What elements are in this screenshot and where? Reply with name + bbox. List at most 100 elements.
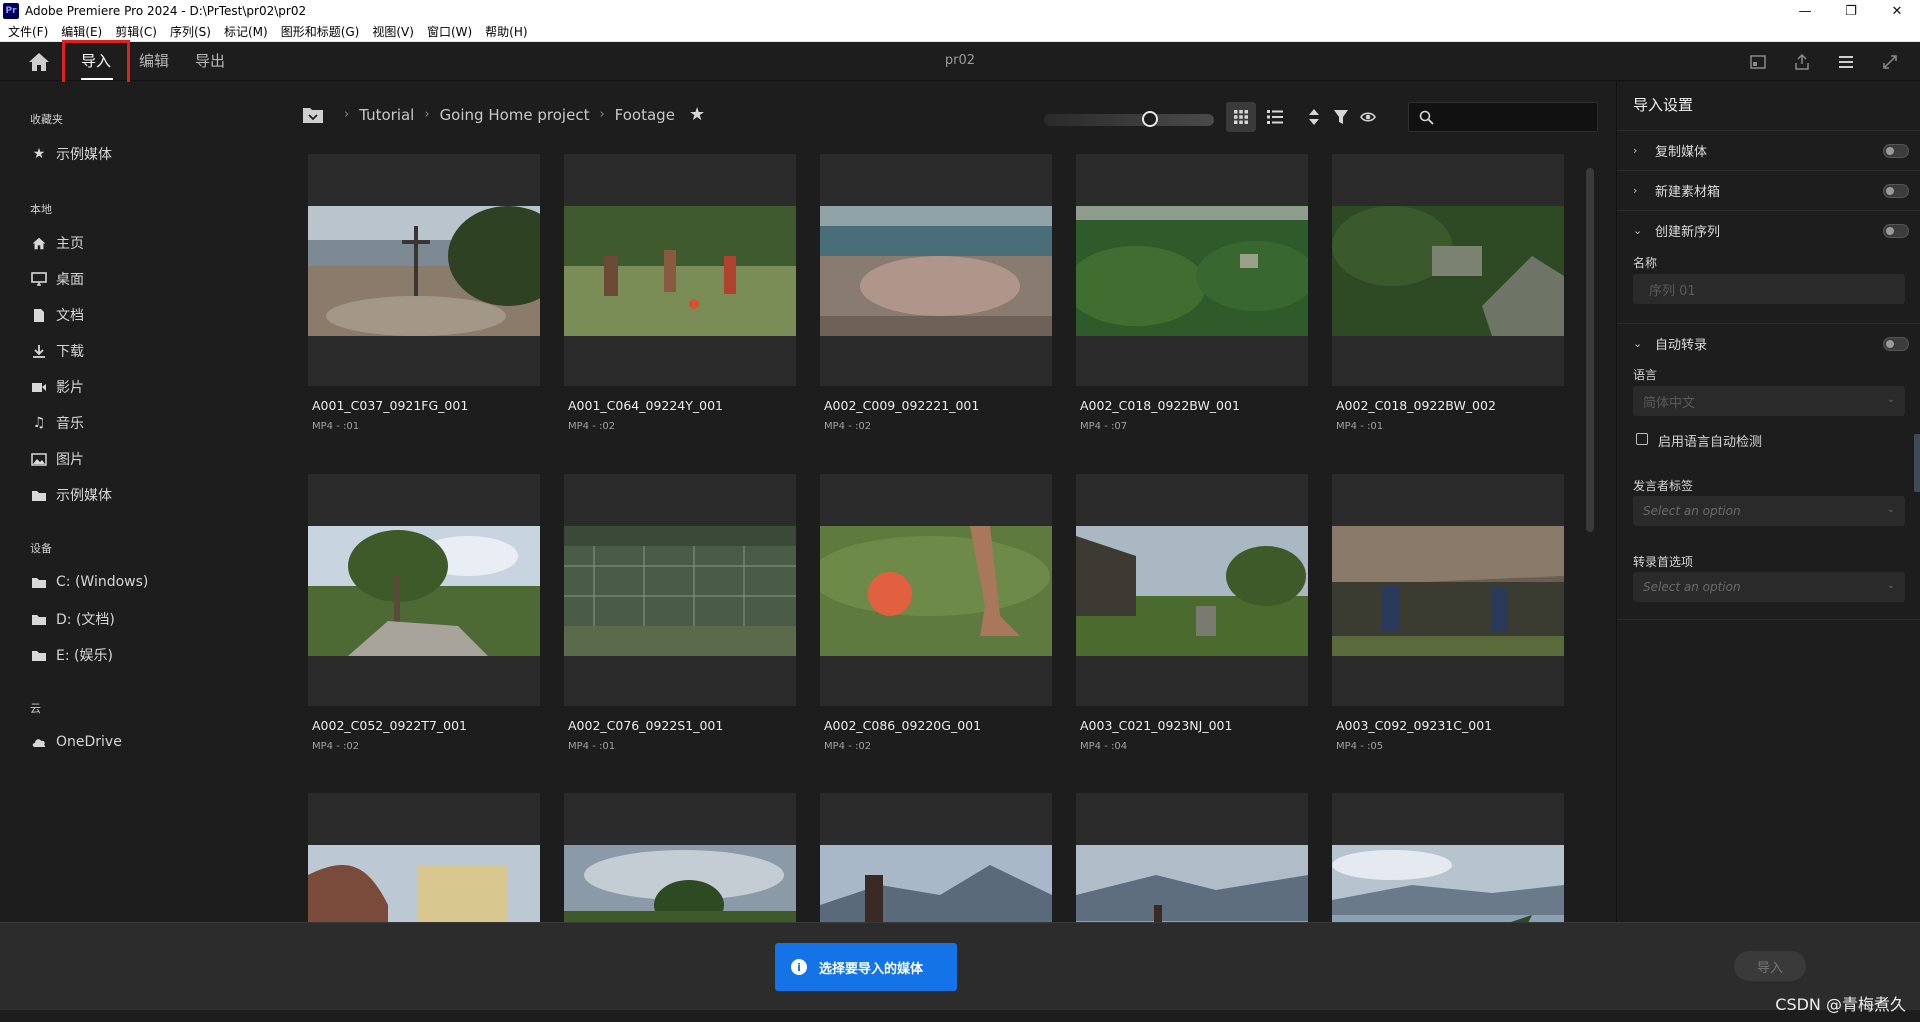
breadcrumb-item-tutorial[interactable]: Tutorial: [359, 106, 414, 124]
create-sequence-toggle[interactable]: [1883, 224, 1909, 238]
media-thumbnail: [564, 526, 796, 656]
fullscreen-icon[interactable]: [1878, 51, 1902, 73]
media-name: A003_C092_09231C_001: [1336, 718, 1493, 733]
local-title: 本地: [30, 203, 52, 216]
media-name: A002_C018_0922BW_001: [1080, 398, 1240, 413]
menu-bar: 文件(F) 编辑(E) 剪辑(C) 序列(S) 标记(M) 图形和标题(G) 视…: [0, 22, 1920, 42]
media-name: A002_C052_0922T7_001: [312, 718, 468, 733]
folder-icon: [30, 573, 48, 591]
language-select[interactable]: 简体中文 ⌄: [1633, 386, 1905, 416]
media-thumbnail: [1332, 845, 1564, 924]
sequence-name-field[interactable]: 序列 01: [1633, 274, 1905, 304]
settings-menu-icon[interactable]: [1834, 51, 1858, 73]
filter-button[interactable]: [1326, 102, 1356, 132]
menu-help[interactable]: 帮助(H): [485, 23, 527, 40]
media-grid-scrollbar[interactable]: [1586, 168, 1594, 532]
transcribe-pref-placeholder: Select an option: [1643, 580, 1741, 594]
grid-view-button[interactable]: [1226, 102, 1256, 132]
menu-sequence[interactable]: 序列(S): [170, 23, 211, 40]
close-button[interactable]: ✕: [1874, 0, 1920, 22]
copy-media-toggle[interactable]: [1883, 144, 1909, 158]
sidebar-item-drive-d[interactable]: D: (文档): [30, 609, 115, 629]
create-sequence-section[interactable]: ⌄ 创建新序列: [1617, 210, 1920, 250]
media-thumbnail: [1076, 845, 1308, 924]
sidebar-item-sample-media[interactable]: ★ 示例媒体: [30, 144, 112, 164]
home-icon: [30, 234, 48, 252]
minimize-button[interactable]: —: [1782, 0, 1828, 22]
sidebar-item-documents[interactable]: 文档: [30, 305, 84, 325]
sort-button[interactable]: [1299, 102, 1329, 132]
auto-detect-label: 启用语言自动检测: [1658, 435, 1763, 450]
auto-transcribe-section[interactable]: ⌄ 自动转录: [1617, 323, 1920, 363]
menu-window[interactable]: 窗口(W): [427, 23, 472, 40]
speaker-select[interactable]: Select an option ⌄: [1633, 496, 1905, 526]
list-view-button[interactable]: [1260, 102, 1290, 132]
menu-view[interactable]: 视图(V): [372, 23, 414, 40]
chevron-right-icon: ›: [424, 107, 430, 122]
sidebar-item-videos[interactable]: 影片: [30, 377, 84, 397]
media-thumbnail: [1332, 526, 1564, 656]
transcribe-pref-select[interactable]: Select an option ⌄: [1633, 572, 1905, 602]
menu-clip[interactable]: 剪辑(C): [115, 23, 157, 40]
sidebar-item-drive-e[interactable]: E: (娱乐): [30, 645, 113, 665]
sidebar-item-label: C: (Windows): [56, 574, 149, 590]
sidebar-item-label: 下载: [56, 344, 84, 360]
media-thumbnail: [1076, 206, 1308, 336]
copy-media-section[interactable]: › 复制媒体: [1617, 130, 1920, 170]
sidebar-item-home[interactable]: 主页: [30, 233, 84, 253]
media-name: A003_C021_0923NJ_001: [1080, 718, 1233, 733]
chevron-down-icon: ⌄: [1886, 504, 1895, 515]
favorite-star-icon[interactable]: ★: [689, 104, 705, 125]
auto-transcribe-toggle[interactable]: [1883, 337, 1909, 351]
slider-thumb[interactable]: [1142, 111, 1158, 127]
breadcrumb-item-project[interactable]: Going Home project: [440, 106, 590, 124]
media-name: A002_C018_0922BW_002: [1336, 398, 1496, 413]
share-icon[interactable]: [1790, 51, 1814, 73]
transcribe-pref-label: 转录首选项: [1633, 555, 1694, 569]
sidebar-item-onedrive[interactable]: OneDrive: [30, 733, 122, 751]
menu-graphics[interactable]: 图形和标题(G): [281, 23, 360, 40]
panel-divider: [1617, 619, 1920, 620]
new-bin-toggle[interactable]: [1883, 184, 1909, 198]
list-icon: [1267, 110, 1283, 124]
visibility-button[interactable]: [1353, 102, 1383, 132]
search-input[interactable]: [1408, 102, 1598, 132]
sidebar-item-pictures[interactable]: 图片: [30, 449, 84, 469]
auto-detect-checkbox[interactable]: [1636, 433, 1648, 445]
panel-resize-handle[interactable]: [1914, 434, 1920, 492]
sidebar-item-music[interactable]: ♫ 音乐: [30, 413, 84, 433]
import-button[interactable]: 导入: [1734, 951, 1806, 981]
new-bin-section[interactable]: › 新建素材箱: [1617, 170, 1920, 210]
chevron-right-icon: ›: [1633, 144, 1638, 157]
sidebar-item-downloads[interactable]: 下载: [30, 341, 84, 361]
media-thumbnail: [820, 526, 1052, 656]
media-browser: › Tutorial › Going Home project › Footag…: [290, 82, 1615, 924]
sidebar-item-label: 桌面: [56, 272, 84, 288]
workspace-icon[interactable]: [1746, 51, 1770, 73]
menu-markers[interactable]: 标记(M): [224, 23, 268, 40]
media-name: A001_C064_09224Y_001: [568, 398, 724, 413]
chevron-down-icon: ⌄: [1633, 224, 1643, 237]
sidebar-item-label: D: (文档): [56, 612, 115, 628]
thumbnail-size-slider[interactable]: [1044, 114, 1214, 126]
maximize-button[interactable]: ❐: [1828, 0, 1874, 22]
sidebar-item-desktop[interactable]: 桌面: [30, 269, 84, 289]
sidebar-item-label: 示例媒体: [56, 147, 112, 163]
breadcrumb-item-footage[interactable]: Footage: [615, 106, 675, 124]
window-titlebar: Pr Adobe Premiere Pro 2024 - D:\PrTest\p…: [0, 0, 1920, 22]
sidebar-item-label: E: (娱乐): [56, 648, 113, 664]
sidebar-item-drive-c[interactable]: C: (Windows): [30, 573, 148, 591]
folder-browse-icon[interactable]: [302, 106, 324, 124]
sidebar-item-sample-media-local[interactable]: 示例媒体: [30, 485, 112, 505]
desktop-icon: [30, 270, 48, 288]
folder-icon: [30, 610, 48, 628]
name-label: 名称: [1633, 256, 1658, 270]
media-meta: MP4 - :01: [312, 421, 360, 432]
breadcrumb: › Tutorial › Going Home project › Footag…: [302, 104, 705, 125]
media-meta: MP4 - :01: [1336, 421, 1384, 432]
new-bin-label: 新建素材箱: [1655, 185, 1721, 200]
menu-file[interactable]: 文件(F): [8, 23, 48, 40]
menu-edit[interactable]: 编辑(E): [61, 23, 102, 40]
chevron-right-icon: ›: [344, 107, 350, 122]
filter-icon: [1334, 110, 1348, 124]
